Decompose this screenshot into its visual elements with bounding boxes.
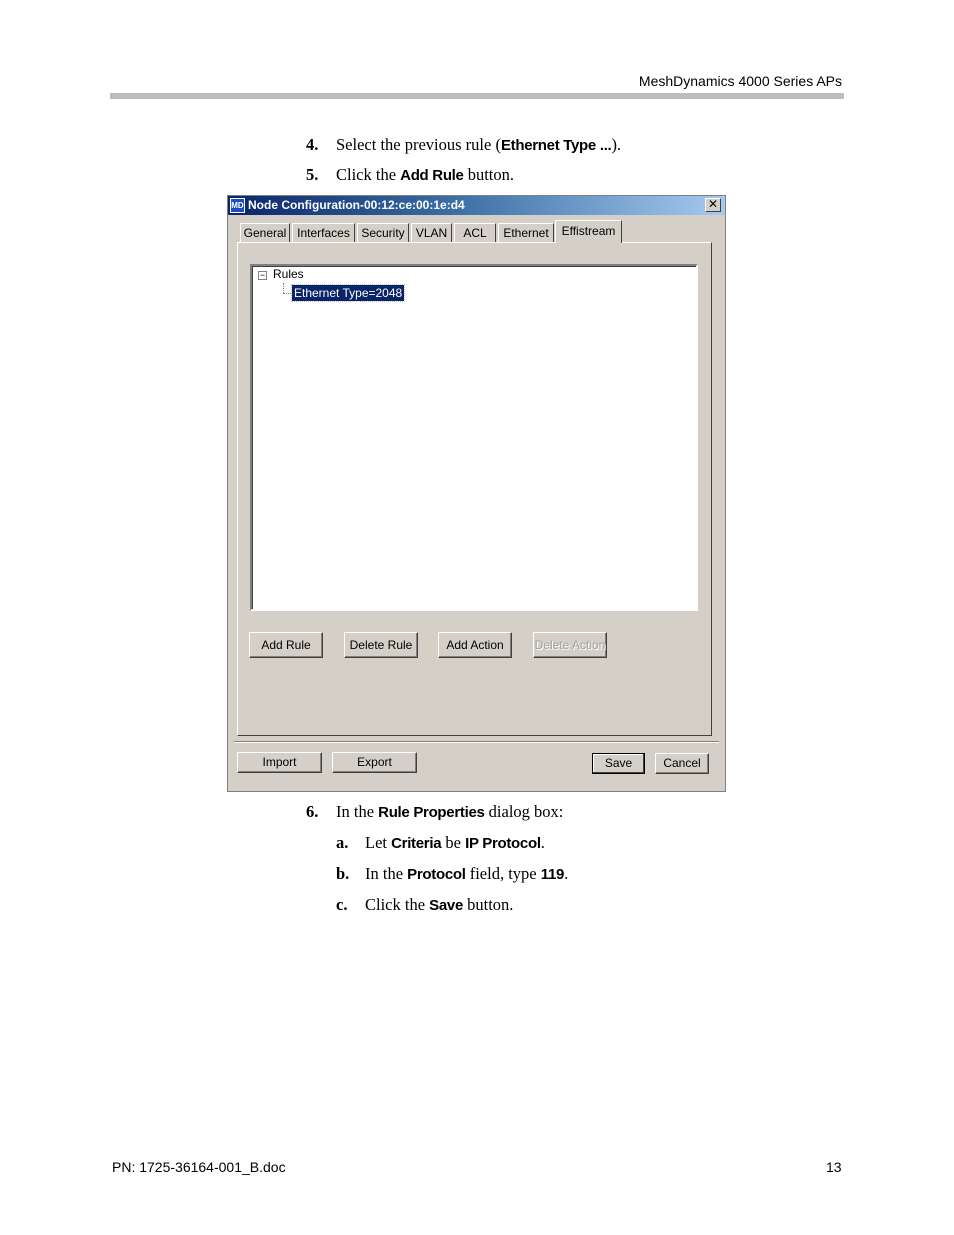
dialog-titlebar[interactable]: MD Node Configuration-00:12:ce:00:1e:d4 … — [228, 196, 725, 215]
step-text: In the Rule Properties dialog box: — [336, 802, 564, 821]
delete-rule-button[interactable]: Delete Rule — [344, 632, 418, 658]
tree-root-rules[interactable]: Rules — [273, 267, 304, 281]
add-action-button[interactable]: Add Action — [438, 632, 512, 658]
tree-item-ethernet-type[interactable]: Ethernet Type=2048 — [290, 284, 406, 302]
step-text: Select the previous rule (Ethernet Type … — [336, 135, 622, 154]
step-number: 6. — [306, 802, 319, 821]
tab-security[interactable]: Security — [357, 223, 409, 242]
tree-connector — [283, 293, 291, 294]
step-number: 4. — [306, 135, 319, 154]
tree-connector — [283, 283, 284, 293]
delete-action-button: Delete Action — [533, 632, 607, 658]
import-button[interactable]: Import — [237, 752, 322, 773]
tab-ethernet[interactable]: Ethernet — [498, 223, 554, 242]
node-configuration-dialog: MD Node Configuration-00:12:ce:00:1e:d4 … — [227, 195, 726, 792]
tab-acl[interactable]: ACL — [454, 223, 496, 242]
substep-text: Let Criteria be IP Protocol. — [365, 833, 545, 852]
substep-letter: c. — [336, 895, 348, 914]
cancel-button[interactable]: Cancel — [655, 753, 709, 774]
dialog-title: Node Configuration-00:12:ce:00:1e:d4 — [248, 198, 465, 212]
minus-icon: − — [259, 270, 266, 280]
substep-text: Click the Save button. — [365, 895, 514, 914]
tab-interfaces[interactable]: Interfaces — [292, 223, 355, 242]
app-icon: MD — [230, 198, 245, 213]
close-icon: ✕ — [707, 197, 719, 211]
step-text: Click the Add Rule button. — [336, 165, 515, 184]
header-rule — [110, 93, 844, 99]
tab-vlan[interactable]: VLAN — [411, 223, 452, 242]
substep-text: In the Protocol field, type 119. — [365, 864, 569, 883]
close-button[interactable]: ✕ — [705, 198, 721, 212]
export-button[interactable]: Export — [332, 752, 417, 773]
footer-page-number: 13 — [826, 1159, 842, 1175]
dialog-separator — [234, 741, 719, 743]
save-button[interactable]: Save — [592, 753, 645, 774]
substep-letter: a. — [336, 833, 349, 852]
step-number: 5. — [306, 165, 319, 184]
page-header-title: MeshDynamics 4000 Series APs — [638, 73, 842, 89]
add-rule-button[interactable]: Add Rule — [249, 632, 323, 658]
tree-collapse-toggle[interactable]: − — [258, 271, 267, 280]
tab-effistream[interactable]: Effistream — [555, 220, 622, 243]
tab-general[interactable]: General — [240, 223, 290, 242]
footer-document-id: PN: 1725-36164-001_B.doc — [112, 1159, 286, 1175]
rules-tree[interactable]: − Rules Ethernet Type=2048 — [250, 264, 698, 611]
substep-letter: b. — [336, 864, 350, 883]
